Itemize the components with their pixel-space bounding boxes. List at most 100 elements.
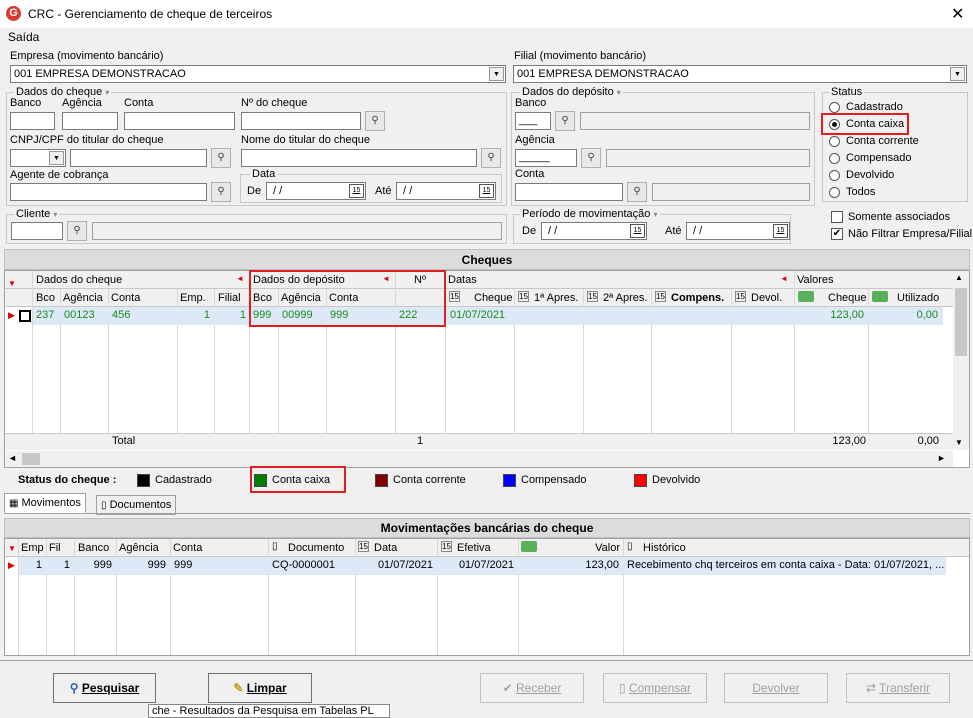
chevron-up-icon[interactable]: ▲ (955, 273, 963, 282)
calendar-icon[interactable]: 15 (773, 224, 788, 238)
pesquisar-button[interactable]: ⚲ Pesquisar (53, 673, 156, 703)
col-devol[interactable]: Devol. (751, 292, 782, 304)
chevron-down-icon[interactable]: ▼ (950, 67, 965, 81)
chevron-right-icon[interactable]: ► (937, 453, 946, 463)
col-utilizado[interactable]: Utilizado (897, 292, 939, 304)
mov-col-efetiva[interactable]: Efetiva (457, 542, 491, 554)
binoculars-icon[interactable]: ⚲ (581, 148, 601, 168)
binoculars-icon[interactable]: ⚲ (481, 148, 501, 168)
row-select-checkbox[interactable] (19, 310, 31, 322)
numero-cheque-input[interactable] (241, 112, 361, 130)
binoculars-icon[interactable]: ⚲ (555, 111, 575, 131)
broom-icon: ✎ (233, 681, 244, 695)
filial-select[interactable]: 001 EMPRESA DEMONSTRACAO ▼ (513, 65, 967, 83)
menu-saida[interactable]: Saída (8, 30, 39, 44)
transferir-button[interactable]: ⇄ Transferir (846, 673, 950, 703)
dep-banco-input[interactable]: ___ (515, 112, 551, 130)
cliente-input[interactable] (11, 222, 63, 240)
status-option-label: Todos (846, 186, 876, 198)
chevron-left-icon[interactable]: ◄ (8, 453, 17, 463)
banco-input[interactable] (10, 112, 55, 130)
periodo-ate-input[interactable]: / / 15 (686, 222, 790, 240)
radio-cadastrado[interactable] (829, 102, 840, 113)
chevron-down-icon[interactable]: ▼ (489, 67, 504, 81)
tab-documentos[interactable]: ▯ Documentos (96, 495, 177, 515)
mov-col-documento[interactable]: Documento (288, 542, 344, 554)
calendar-icon: 15 (735, 291, 746, 302)
empresa-select[interactable]: 001 EMPRESA DEMONSTRACAO ▼ (10, 65, 506, 83)
col-valor-cheque[interactable]: Cheque (828, 292, 867, 304)
binoculars-icon[interactable]: ⚲ (627, 182, 647, 202)
mov-col-banco[interactable]: Banco (78, 542, 109, 554)
binoculars-icon[interactable]: ⚲ (365, 111, 385, 131)
col-compens[interactable]: Compens. (671, 292, 724, 304)
mov-col-conta[interactable]: Conta (173, 542, 202, 554)
radio-devolvido[interactable] (829, 170, 840, 181)
col-conta[interactable]: Conta (111, 292, 140, 304)
col-emp[interactable]: Emp. (180, 292, 206, 304)
col-apres1[interactable]: 1ª Apres. (534, 292, 578, 304)
nome-titular-input[interactable] (241, 149, 477, 167)
chevron-down-icon[interactable]: ▼ (49, 151, 64, 165)
binoculars-icon[interactable]: ⚲ (67, 221, 87, 241)
col-cheque[interactable]: Cheque (474, 292, 513, 304)
conta-input[interactable] (124, 112, 235, 130)
agencia-input[interactable] (62, 112, 118, 130)
periodo-de-label: De (522, 225, 537, 237)
calendar-icon: 15 (449, 291, 460, 302)
tab-movimentos[interactable]: ▦ Movimentos (4, 493, 86, 513)
data-title: Data (250, 168, 278, 180)
calendar-icon[interactable]: 15 (479, 184, 494, 198)
cnpj-type-select[interactable]: ▼ (10, 149, 66, 167)
close-window-button[interactable]: ✕ (951, 4, 964, 24)
limpar-button[interactable]: ✎ Limpar (208, 673, 312, 703)
horizontal-scrollbar[interactable] (5, 451, 953, 467)
dep-agencia-input[interactable]: _____ (515, 149, 577, 167)
mov-col-valor[interactable]: Valor (540, 542, 620, 554)
calendar-icon: 15 (518, 291, 529, 302)
cell-utilizado: 0,00 (916, 309, 938, 321)
scrollbar-thumb[interactable] (22, 453, 40, 465)
compensar-button[interactable]: ▯ Compensar (603, 673, 707, 703)
data-ate-input[interactable]: / / 15 (396, 182, 496, 200)
nao-filtrar-checkbox[interactable]: ✔ (831, 228, 843, 240)
limpar-label: Limpar (246, 681, 287, 695)
periodo-de-input[interactable]: / / 15 (541, 222, 647, 240)
radio-conta-corrente[interactable] (829, 136, 840, 147)
scrollbar-thumb[interactable] (955, 288, 967, 356)
highlight-box (821, 113, 909, 135)
agente-input[interactable] (10, 183, 207, 201)
dep-conta-input[interactable] (515, 183, 623, 201)
receber-button[interactable]: ✔ Receber (480, 673, 584, 703)
collapse-arrow-icon[interactable]: ◄ (236, 274, 244, 283)
col-filial[interactable]: Filial (218, 292, 241, 304)
radio-todos[interactable] (829, 187, 840, 198)
chevron-down-icon[interactable]: ▼ (955, 438, 963, 447)
radio-compensado[interactable] (829, 153, 840, 164)
data-de-input[interactable]: / / 15 (266, 182, 366, 200)
binoculars-icon[interactable]: ⚲ (211, 182, 231, 202)
mov-col-data[interactable]: Data (374, 542, 397, 554)
mov-col-agencia[interactable]: Agência (119, 542, 159, 554)
col-bco[interactable]: Bco (36, 292, 55, 304)
mov-col-emp[interactable]: Emp (21, 542, 44, 554)
calendar-icon[interactable]: 15 (349, 184, 364, 198)
sort-indicator-icon: ▼ (8, 544, 16, 553)
legend-item-label: Compensado (521, 474, 587, 486)
somente-associados-checkbox[interactable] (831, 211, 843, 223)
col-apres2[interactable]: 2ª Apres. (603, 292, 647, 304)
document-icon: ▯ (101, 500, 107, 511)
mov-col-historico[interactable]: Histórico (643, 542, 686, 554)
dep-banco-name (580, 112, 810, 130)
cnpj-label: CNPJ/CPF do titular do cheque (10, 134, 164, 146)
devolver-button[interactable]: Devolver (724, 673, 828, 703)
cnpj-input[interactable] (70, 149, 207, 167)
tab-movimentos-label: Movimentos (21, 497, 81, 509)
status-option-label: Devolvido (846, 169, 895, 181)
conta-label: Conta (124, 97, 154, 109)
collapse-arrow-icon[interactable]: ◄ (780, 274, 788, 283)
binoculars-icon[interactable]: ⚲ (211, 148, 231, 168)
calendar-icon[interactable]: 15 (630, 224, 645, 238)
col-agencia[interactable]: Agência (63, 292, 103, 304)
mov-col-fil[interactable]: Fil (49, 542, 61, 554)
